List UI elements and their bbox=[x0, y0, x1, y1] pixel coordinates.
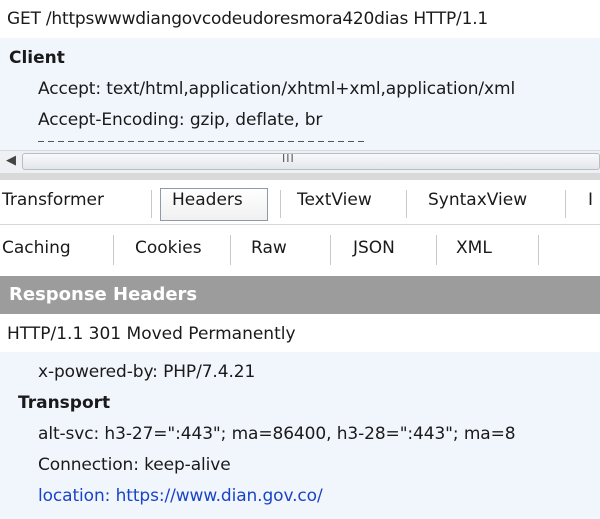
header-connection[interactable]: Connection: keep-alive bbox=[38, 455, 231, 475]
tab-json[interactable]: JSON bbox=[353, 238, 395, 258]
tab-divider bbox=[230, 235, 231, 265]
header-x-powered-by[interactable]: x-powered-by: PHP/7.4.21 bbox=[38, 362, 255, 382]
section-transport[interactable]: Transport bbox=[18, 393, 110, 413]
tab-divider bbox=[565, 190, 566, 218]
inspector-tabs-row-1: Transformer Headers TextView SyntaxView … bbox=[0, 180, 600, 225]
scroll-left-icon[interactable]: ◀ bbox=[6, 153, 16, 168]
tab-caching[interactable]: Caching bbox=[2, 238, 71, 258]
inspector-tabs-row-2: Caching Cookies Raw JSON XML bbox=[0, 225, 600, 275]
request-line: GET /httpswwwdiangovcodeudoresmora420dia… bbox=[7, 9, 489, 29]
header-accept-encoding[interactable]: Accept-Encoding: gzip, deflate, br bbox=[38, 110, 322, 130]
response-headers-title: Response Headers bbox=[9, 284, 198, 305]
tab-divider bbox=[406, 190, 407, 218]
tab-syntaxview[interactable]: SyntaxView bbox=[428, 190, 527, 210]
section-client[interactable]: Client bbox=[9, 48, 65, 68]
tab-divider bbox=[538, 235, 539, 265]
header-location-link[interactable]: location: https://www.dian.gov.co/ bbox=[38, 486, 323, 506]
tab-transformer[interactable]: Transformer bbox=[2, 190, 104, 210]
tab-divider bbox=[280, 190, 281, 218]
request-line-row: GET /httpswwwdiangovcodeudoresmora420dia… bbox=[0, 0, 600, 38]
tab-divider bbox=[330, 235, 331, 265]
request-headers-pane[interactable]: Client Accept: text/html,application/xht… bbox=[0, 38, 600, 150]
tab-headers[interactable]: Headers bbox=[172, 190, 243, 210]
scrollbar-thumb[interactable] bbox=[22, 153, 600, 170]
tab-divider bbox=[113, 235, 114, 265]
tab-raw[interactable]: Raw bbox=[251, 238, 287, 258]
tab-clipped[interactable]: I bbox=[588, 190, 593, 210]
horizontal-scrollbar[interactable]: ◀ III bbox=[0, 150, 600, 174]
tab-xml[interactable]: XML bbox=[456, 238, 492, 258]
header-partial-clipped bbox=[38, 141, 398, 147]
response-headers-bar: Response Headers bbox=[0, 276, 600, 314]
tab-cookies[interactable]: Cookies bbox=[135, 238, 202, 258]
pane-splitter[interactable] bbox=[0, 173, 600, 180]
response-headers-pane[interactable]: x-powered-by: PHP/7.4.21 Transport alt-s… bbox=[0, 352, 600, 519]
header-accept[interactable]: Accept: text/html,application/xhtml+xml,… bbox=[38, 79, 515, 99]
tab-textview[interactable]: TextView bbox=[297, 190, 372, 210]
status-line: HTTP/1.1 301 Moved Permanently bbox=[7, 324, 296, 344]
tab-divider bbox=[436, 235, 437, 265]
header-alt-svc[interactable]: alt-svc: h3-27=":443"; ma=86400, h3-28="… bbox=[38, 424, 516, 444]
tab-divider bbox=[151, 190, 152, 218]
status-line-row: HTTP/1.1 301 Moved Permanently bbox=[0, 314, 600, 352]
scrollbar-grip-icon: III bbox=[282, 152, 295, 165]
